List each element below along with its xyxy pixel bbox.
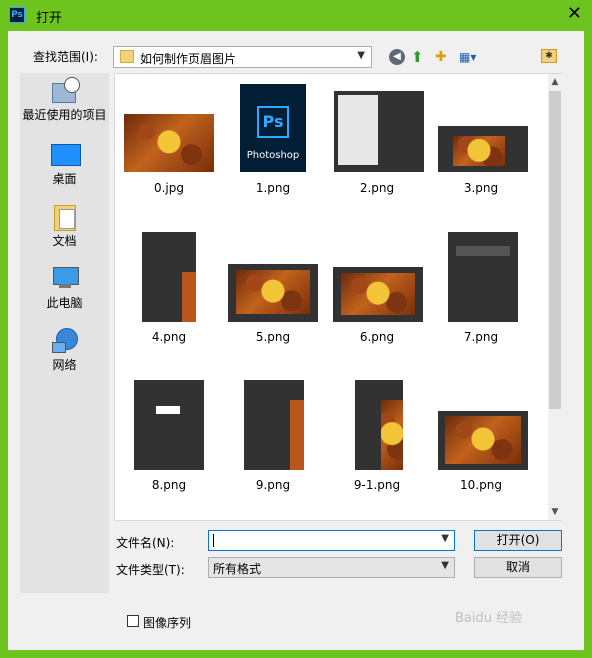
computer-icon (50, 265, 80, 291)
file-thumbnail (355, 380, 403, 470)
place-network[interactable]: 网络 (20, 327, 109, 373)
file-thumbnail (142, 232, 196, 322)
places-bar: 最近使用的项目 桌面 文档 此电脑 网络 (20, 73, 109, 593)
file-name[interactable]: 2.png (327, 181, 427, 195)
image-sequence-checkbox[interactable] (127, 615, 139, 627)
place-label: 网络 (52, 358, 77, 372)
file-type-label: 文件类型(T): (116, 563, 185, 577)
file-name[interactable]: 6.png (327, 330, 427, 344)
dialog-title: 打开 (36, 11, 63, 26)
scrollbar-thumb[interactable] (549, 91, 561, 409)
chevron-down-icon[interactable]: ▼ (441, 533, 449, 544)
file-name[interactable]: 5.png (223, 330, 323, 344)
file-thumbnail (438, 411, 528, 470)
file-thumbnail (334, 91, 424, 172)
open-dialog: Ps 打开 ✕ 查找范围(I): 如何制作页眉图片 ▼ ◀ ⬆ ✚ ▦▾ ✱ 最… (0, 0, 592, 658)
file-name[interactable]: 1.png (223, 181, 323, 195)
photoshop-app-icon: Ps (9, 7, 25, 23)
look-in-dropdown[interactable]: 如何制作页眉图片 ▼ (113, 46, 372, 68)
file-list[interactable]: 0.jpg Ps Photoshop 1.png 2.png 3.png 4.p… (114, 73, 562, 521)
file-name[interactable]: 4.png (119, 330, 219, 344)
place-documents[interactable]: 文档 (20, 203, 109, 249)
folder-options-icon[interactable]: ✱ (541, 49, 557, 63)
file-name[interactable]: 7.png (431, 330, 531, 344)
network-icon (50, 327, 80, 353)
file-type-value: 所有格式 (213, 562, 262, 576)
scroll-down-icon[interactable]: ▼ (548, 504, 562, 520)
file-name[interactable]: 9-1.png (327, 478, 427, 492)
title-bar: Ps 打开 ✕ (0, 0, 592, 31)
thumbnail-text: Photoshop (246, 150, 300, 161)
file-name-label: 文件名(N): (116, 536, 175, 550)
place-label: 最近使用的项目 (22, 108, 107, 122)
file-name-input[interactable]: ▼ (208, 530, 455, 551)
place-desktop[interactable]: 桌面 (20, 141, 109, 187)
recent-icon (50, 77, 80, 103)
photoshop-logo: Ps (257, 106, 289, 138)
file-name[interactable]: 8.png (119, 478, 219, 492)
view-menu-icon[interactable]: ▦▾ (459, 49, 483, 65)
back-icon[interactable]: ◀ (389, 49, 405, 65)
open-button[interactable]: 打开(O) (474, 530, 562, 551)
chevron-down-icon: ▼ (357, 50, 365, 61)
window-border-left (0, 31, 8, 658)
file-thumbnail (244, 380, 304, 470)
look-in-value: 如何制作页眉图片 (140, 52, 237, 66)
up-folder-icon[interactable]: ⬆ (411, 49, 427, 65)
watermark: Baidu 经验 (455, 611, 523, 626)
folder-icon (120, 50, 134, 63)
text-caret (213, 534, 214, 547)
file-name[interactable]: 9.png (223, 478, 323, 492)
file-name[interactable]: 10.png (431, 478, 531, 492)
vertical-scrollbar[interactable]: ▲ ▼ (548, 74, 562, 520)
place-recent[interactable]: 最近使用的项目 (20, 77, 109, 123)
file-thumbnail (448, 232, 518, 322)
place-this-pc[interactable]: 此电脑 (20, 265, 109, 311)
place-label: 文档 (52, 234, 77, 248)
scroll-up-icon[interactable]: ▲ (548, 74, 562, 90)
place-label: 桌面 (52, 172, 77, 186)
file-thumbnail (333, 267, 423, 322)
place-label: 此电脑 (46, 296, 83, 310)
desktop-icon (50, 141, 81, 167)
file-name[interactable]: 3.png (431, 181, 531, 195)
new-folder-icon[interactable]: ✚ (435, 49, 451, 65)
file-thumbnail (124, 114, 214, 172)
file-name[interactable]: 0.jpg (119, 181, 219, 195)
documents-icon (50, 203, 80, 231)
file-thumbnail (438, 126, 528, 172)
close-icon[interactable]: ✕ (567, 3, 582, 25)
file-thumbnail: Ps Photoshop (240, 84, 306, 172)
image-sequence-label: 图像序列 (143, 616, 192, 630)
window-border-right (584, 31, 592, 658)
file-thumbnail (134, 380, 204, 470)
window-border-bottom (0, 650, 592, 658)
file-thumbnail (228, 264, 318, 322)
file-type-dropdown[interactable]: 所有格式 ▼ (208, 557, 455, 578)
cancel-button[interactable]: 取消 (474, 557, 562, 578)
look-in-label: 查找范围(I): (33, 50, 98, 64)
chevron-down-icon: ▼ (441, 560, 449, 571)
